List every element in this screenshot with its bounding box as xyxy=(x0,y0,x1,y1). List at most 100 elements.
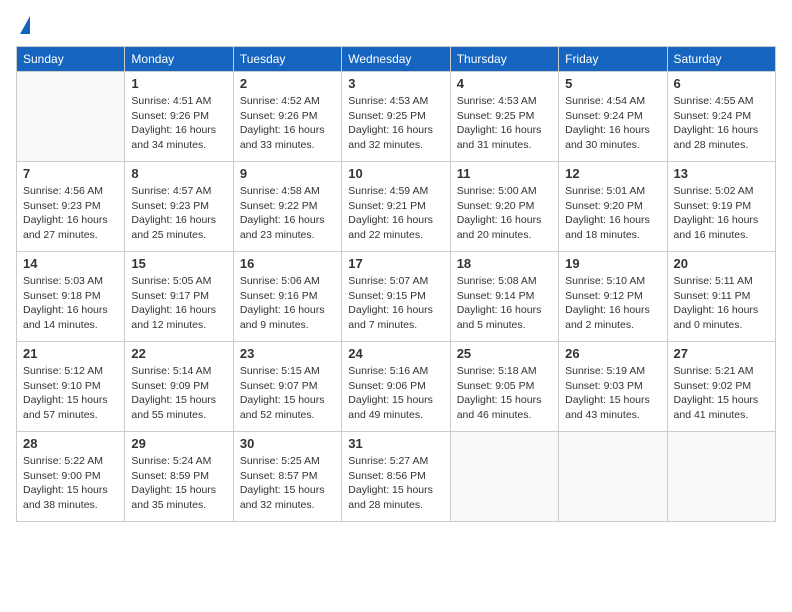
day-number: 18 xyxy=(457,256,552,271)
day-cell-17: 17 Sunrise: 5:07 AMSunset: 9:15 PMDayligh… xyxy=(342,252,450,342)
day-cell-31: 31Sunrise: 5:27 AMSunset: 8:56 PMDayligh… xyxy=(342,432,450,522)
week-row-1: 1 Sunrise: 4:51 AMSunset: 9:26 PMDaylight… xyxy=(17,72,776,162)
day-cell-14: 14 Sunrise: 5:03 AMSunset: 9:18 PMDayligh… xyxy=(17,252,125,342)
day-cell-26: 26 Sunrise: 5:19 AMSunset: 9:03 PMDayligh… xyxy=(559,342,667,432)
day-number: 1 xyxy=(131,76,226,91)
day-info: Sunrise: 5:19 AMSunset: 9:03 PMDaylight:… xyxy=(565,364,660,423)
day-info: Sunrise: 5:06 AMSunset: 9:16 PMDaylight:… xyxy=(240,274,335,333)
calendar-header-row: SundayMondayTuesdayWednesdayThursdayFrid… xyxy=(17,47,776,72)
empty-cell xyxy=(667,432,775,522)
day-info: Sunrise: 5:07 AMSunset: 9:15 PMDaylight:… xyxy=(348,274,443,333)
day-number: 25 xyxy=(457,346,552,361)
day-info: Sunrise: 5:03 AMSunset: 9:18 PMDaylight:… xyxy=(23,274,118,333)
day-number: 10 xyxy=(348,166,443,181)
day-info: Sunrise: 5:10 AMSunset: 9:12 PMDaylight:… xyxy=(565,274,660,333)
day-cell-18: 18 Sunrise: 5:08 AMSunset: 9:14 PMDayligh… xyxy=(450,252,558,342)
logo-triangle-icon xyxy=(20,16,30,34)
day-info: Sunrise: 5:11 AMSunset: 9:11 PMDaylight:… xyxy=(674,274,769,333)
column-header-saturday: Saturday xyxy=(667,47,775,72)
page-header xyxy=(16,16,776,34)
day-cell-13: 13 Sunrise: 5:02 AMSunset: 9:19 PMDayligh… xyxy=(667,162,775,252)
day-number: 16 xyxy=(240,256,335,271)
week-row-4: 21 Sunrise: 5:12 AMSunset: 9:10 PMDayligh… xyxy=(17,342,776,432)
day-cell-12: 12 Sunrise: 5:01 AMSunset: 9:20 PMDayligh… xyxy=(559,162,667,252)
day-cell-27: 27 Sunrise: 5:21 AMSunset: 9:02 PMDayligh… xyxy=(667,342,775,432)
day-number: 24 xyxy=(348,346,443,361)
day-info: Sunrise: 5:16 AMSunset: 9:06 PMDaylight:… xyxy=(348,364,443,423)
day-info: Sunrise: 5:01 AMSunset: 9:20 PMDaylight:… xyxy=(565,184,660,243)
day-cell-22: 22Sunrise: 5:14 AMSunset: 9:09 PMDayligh… xyxy=(125,342,233,432)
day-number: 21 xyxy=(23,346,118,361)
day-number: 30 xyxy=(240,436,335,451)
day-cell-19: 19 Sunrise: 5:10 AMSunset: 9:12 PMDayligh… xyxy=(559,252,667,342)
day-cell-24: 24 Sunrise: 5:16 AMSunset: 9:06 PMDayligh… xyxy=(342,342,450,432)
day-number: 4 xyxy=(457,76,552,91)
day-cell-21: 21 Sunrise: 5:12 AMSunset: 9:10 PMDayligh… xyxy=(17,342,125,432)
week-row-2: 7 Sunrise: 4:56 AMSunset: 9:23 PMDaylight… xyxy=(17,162,776,252)
day-info: Sunrise: 5:12 AMSunset: 9:10 PMDaylight:… xyxy=(23,364,118,423)
day-number: 20 xyxy=(674,256,769,271)
day-cell-8: 8 Sunrise: 4:57 AMSunset: 9:23 PMDaylight… xyxy=(125,162,233,252)
day-cell-1: 1 Sunrise: 4:51 AMSunset: 9:26 PMDaylight… xyxy=(125,72,233,162)
day-number: 5 xyxy=(565,76,660,91)
day-number: 8 xyxy=(131,166,226,181)
day-info: Sunrise: 5:00 AMSunset: 9:20 PMDaylight:… xyxy=(457,184,552,243)
day-info: Sunrise: 4:53 AMSunset: 9:25 PMDaylight:… xyxy=(348,94,443,153)
day-number: 19 xyxy=(565,256,660,271)
day-info: Sunrise: 5:22 AMSunset: 9:00 PMDaylight:… xyxy=(23,454,118,513)
day-cell-4: 4Sunrise: 4:53 AMSunset: 9:25 PMDaylight… xyxy=(450,72,558,162)
day-info: Sunrise: 5:02 AMSunset: 9:19 PMDaylight:… xyxy=(674,184,769,243)
day-info: Sunrise: 5:08 AMSunset: 9:14 PMDaylight:… xyxy=(457,274,552,333)
day-cell-29: 29 Sunrise: 5:24 AMSunset: 8:59 PMDayligh… xyxy=(125,432,233,522)
day-info: Sunrise: 4:54 AMSunset: 9:24 PMDaylight:… xyxy=(565,94,660,153)
day-info: Sunrise: 5:18 AMSunset: 9:05 PMDaylight:… xyxy=(457,364,552,423)
logo xyxy=(16,16,30,34)
day-number: 17 xyxy=(348,256,443,271)
day-number: 14 xyxy=(23,256,118,271)
week-row-5: 28 Sunrise: 5:22 AMSunset: 9:00 PMDayligh… xyxy=(17,432,776,522)
day-number: 27 xyxy=(674,346,769,361)
day-info: Sunrise: 5:05 AMSunset: 9:17 PMDaylight:… xyxy=(131,274,226,333)
day-number: 22 xyxy=(131,346,226,361)
day-info: Sunrise: 4:55 AMSunset: 9:24 PMDaylight:… xyxy=(674,94,769,153)
day-info: Sunrise: 4:51 AMSunset: 9:26 PMDaylight:… xyxy=(131,94,226,153)
column-header-friday: Friday xyxy=(559,47,667,72)
day-info: Sunrise: 5:24 AMSunset: 8:59 PMDaylight:… xyxy=(131,454,226,513)
day-number: 13 xyxy=(674,166,769,181)
day-cell-7: 7 Sunrise: 4:56 AMSunset: 9:23 PMDaylight… xyxy=(17,162,125,252)
day-cell-2: 2Sunrise: 4:52 AMSunset: 9:26 PMDaylight… xyxy=(233,72,341,162)
day-cell-15: 15 Sunrise: 5:05 AMSunset: 9:17 PMDayligh… xyxy=(125,252,233,342)
day-info: Sunrise: 5:27 AMSunset: 8:56 PMDaylight:… xyxy=(348,454,443,513)
day-number: 2 xyxy=(240,76,335,91)
day-number: 23 xyxy=(240,346,335,361)
day-cell-20: 20 Sunrise: 5:11 AMSunset: 9:11 PMDayligh… xyxy=(667,252,775,342)
day-number: 12 xyxy=(565,166,660,181)
column-header-wednesday: Wednesday xyxy=(342,47,450,72)
week-row-3: 14 Sunrise: 5:03 AMSunset: 9:18 PMDayligh… xyxy=(17,252,776,342)
column-header-sunday: Sunday xyxy=(17,47,125,72)
day-cell-25: 25 Sunrise: 5:18 AMSunset: 9:05 PMDayligh… xyxy=(450,342,558,432)
day-cell-30: 30Sunrise: 5:25 AMSunset: 8:57 PMDayligh… xyxy=(233,432,341,522)
day-cell-5: 5 Sunrise: 4:54 AMSunset: 9:24 PMDaylight… xyxy=(559,72,667,162)
day-number: 11 xyxy=(457,166,552,181)
day-number: 6 xyxy=(674,76,769,91)
day-number: 3 xyxy=(348,76,443,91)
day-info: Sunrise: 4:56 AMSunset: 9:23 PMDaylight:… xyxy=(23,184,118,243)
day-cell-16: 16 Sunrise: 5:06 AMSunset: 9:16 PMDayligh… xyxy=(233,252,341,342)
day-cell-10: 10 Sunrise: 4:59 AMSunset: 9:21 PMDayligh… xyxy=(342,162,450,252)
day-number: 26 xyxy=(565,346,660,361)
day-number: 29 xyxy=(131,436,226,451)
day-number: 9 xyxy=(240,166,335,181)
day-number: 28 xyxy=(23,436,118,451)
day-info: Sunrise: 5:21 AMSunset: 9:02 PMDaylight:… xyxy=(674,364,769,423)
day-info: Sunrise: 4:57 AMSunset: 9:23 PMDaylight:… xyxy=(131,184,226,243)
day-info: Sunrise: 4:59 AMSunset: 9:21 PMDaylight:… xyxy=(348,184,443,243)
column-header-thursday: Thursday xyxy=(450,47,558,72)
column-header-tuesday: Tuesday xyxy=(233,47,341,72)
empty-cell xyxy=(559,432,667,522)
day-cell-28: 28 Sunrise: 5:22 AMSunset: 9:00 PMDayligh… xyxy=(17,432,125,522)
day-number: 15 xyxy=(131,256,226,271)
day-number: 7 xyxy=(23,166,118,181)
day-cell-9: 9Sunrise: 4:58 AMSunset: 9:22 PMDaylight… xyxy=(233,162,341,252)
empty-cell xyxy=(450,432,558,522)
